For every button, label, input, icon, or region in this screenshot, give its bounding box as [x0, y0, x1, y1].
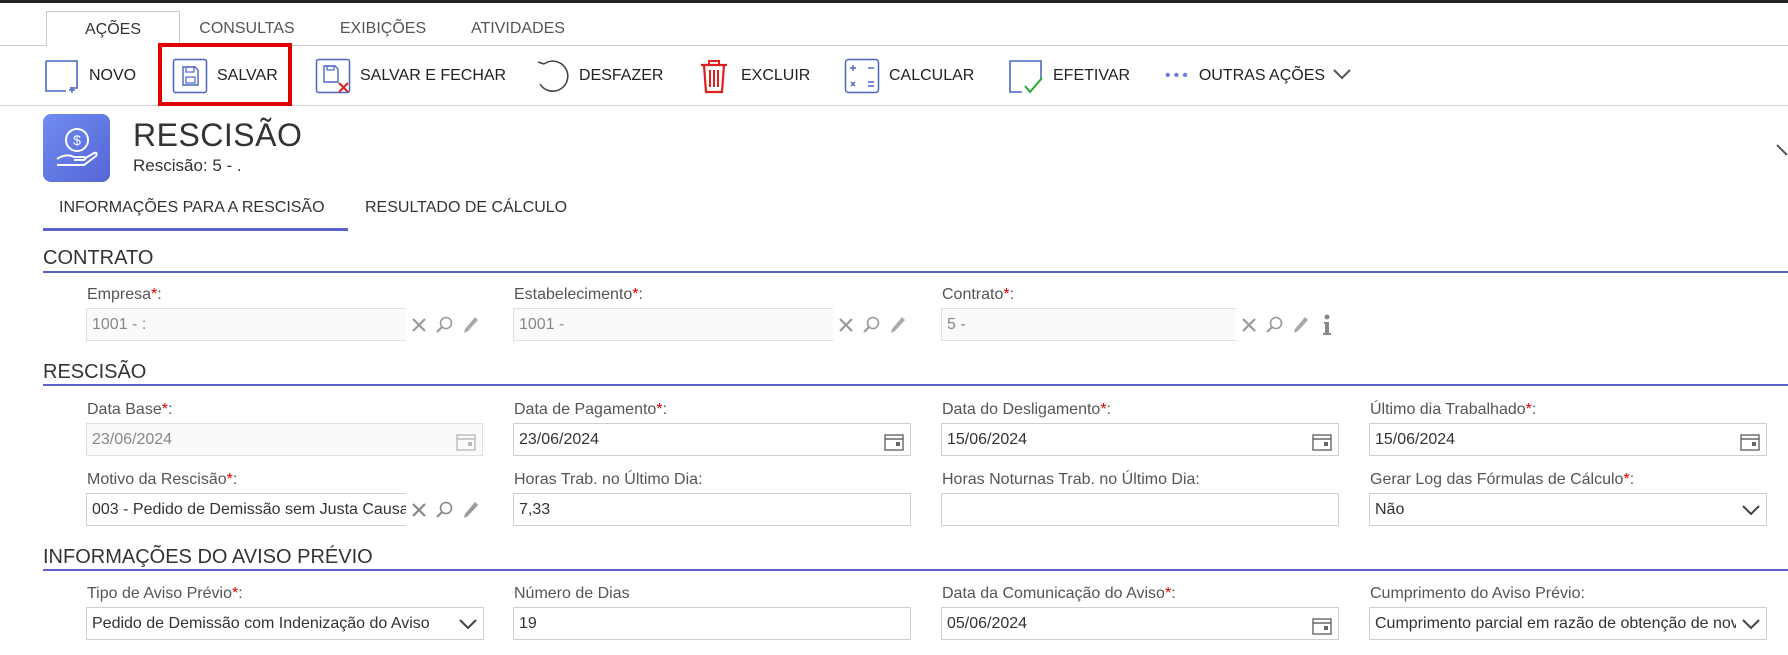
svg-text:$: $ — [73, 132, 81, 148]
numero-dias-label: Número de Dias — [514, 585, 630, 602]
more-dots-icon: ••• — [1165, 67, 1191, 84]
data-pagamento-field[interactable]: 23/06/2024 — [513, 423, 911, 456]
novo-button[interactable]: NOVO — [43, 54, 136, 98]
edit-pencil-icon[interactable] — [1290, 314, 1312, 336]
search-icon[interactable] — [434, 499, 456, 521]
ultimo-dia-field[interactable]: 15/06/2024 — [1369, 423, 1767, 456]
calculator-icon — [843, 57, 881, 95]
section-title-contrato: CONTRATO — [43, 247, 154, 269]
search-icon[interactable] — [861, 314, 883, 336]
info-icon[interactable] — [1316, 314, 1338, 336]
data-desligamento-field[interactable]: 15/06/2024 — [941, 423, 1339, 456]
cumprimento-select[interactable]: Cumprimento parcial em razão de obtenção… — [1369, 607, 1767, 640]
tab-consultas[interactable]: CONSULTAS — [192, 11, 302, 47]
tipo-aviso-select[interactable]: Pedido de Demissão com Indenização do Av… — [86, 607, 484, 640]
data-base-field[interactable]: 23/06/2024 — [86, 423, 483, 456]
horas-noturnas-field[interactable] — [941, 493, 1339, 526]
search-icon[interactable] — [434, 314, 456, 336]
clear-icon[interactable] — [1238, 314, 1260, 336]
estabelecimento-label: Estabelecimento*: — [514, 286, 643, 303]
section-divider — [43, 569, 1788, 571]
excluir-label: EXCLUIR — [741, 67, 811, 84]
horas-trab-label: Horas Trab. no Último Dia: — [514, 471, 703, 488]
contrato-field[interactable]: 5 - — [941, 308, 1236, 341]
cumprimento-label: Cumprimento do Aviso Prévio: — [1370, 585, 1585, 602]
ribbon-tabs: AÇÕES CONSULTAS EXIBIÇÕES ATIVIDADES — [0, 3, 1788, 47]
edit-pencil-icon[interactable] — [460, 499, 482, 521]
salvar-fechar-label: SALVAR E FECHAR — [360, 67, 507, 84]
tab-atividades[interactable]: ATIVIDADES — [462, 11, 574, 47]
data-comunicacao-label: Data da Comunicação do Aviso*: — [942, 585, 1176, 602]
search-icon[interactable] — [1264, 314, 1286, 336]
empresa-field[interactable]: 1001 - : — [86, 308, 406, 341]
chevron-down-icon — [1333, 67, 1351, 85]
edit-pencil-icon[interactable] — [460, 314, 482, 336]
outras-acoes-button[interactable]: ••• OUTRAS AÇÕES — [1165, 54, 1351, 98]
calendar-icon[interactable] — [1312, 431, 1332, 451]
data-base-label: Data Base*: — [87, 401, 173, 418]
save-close-icon — [314, 57, 352, 95]
trash-icon — [695, 57, 733, 95]
calendar-icon[interactable] — [1740, 431, 1760, 451]
data-comunicacao-field[interactable]: 05/06/2024 — [941, 607, 1339, 640]
calcular-button[interactable]: CALCULAR — [843, 54, 974, 98]
clear-icon[interactable] — [835, 314, 857, 336]
tab-exibicoes[interactable]: EXIBIÇÕES — [333, 11, 433, 47]
excluir-button[interactable]: EXCLUIR — [695, 54, 810, 98]
section-title-rescisao: RESCISÃO — [43, 361, 147, 383]
outras-acoes-label: OUTRAS AÇÕES — [1198, 67, 1326, 84]
money-hand-icon: $ — [43, 114, 110, 182]
motivo-actions — [408, 493, 482, 526]
undo-icon — [533, 57, 571, 95]
data-pagamento-label: Data de Pagamento*: — [514, 401, 668, 418]
chevron-down-icon[interactable] — [453, 608, 483, 639]
horas-noturnas-label: Horas Noturnas Trab. no Último Dia: — [942, 471, 1200, 488]
clear-icon[interactable] — [408, 314, 430, 336]
estabelecimento-field[interactable]: 1001 - — [513, 308, 833, 341]
motivo-field[interactable]: 003 - Pedido de Demissão sem Justa Causa — [86, 493, 406, 526]
contrato-actions — [1238, 308, 1338, 341]
calendar-icon[interactable] — [884, 431, 904, 451]
tab-informacoes-rescisao[interactable]: INFORMAÇÕES PARA A RESCISÃO — [43, 199, 348, 231]
gerar-log-select[interactable]: Não — [1369, 493, 1767, 526]
numero-dias-field[interactable]: 19 — [513, 607, 911, 640]
new-document-icon — [43, 57, 81, 95]
gerar-log-label: Gerar Log das Fórmulas de Cálculo*: — [1370, 471, 1635, 488]
page-title: RESCISÃO — [133, 117, 303, 153]
check-document-icon — [1007, 57, 1045, 95]
calendar-icon[interactable] — [1312, 615, 1332, 635]
empresa-actions — [408, 308, 482, 341]
horas-trab-field[interactable]: 7,33 — [513, 493, 911, 526]
calcular-label: CALCULAR — [889, 67, 975, 84]
chevron-down-icon[interactable] — [1736, 494, 1766, 525]
empresa-label: Empresa*: — [87, 286, 162, 303]
tab-acoes[interactable]: AÇÕES — [46, 11, 180, 47]
page-subtitle: Rescisão: 5 - . — [133, 156, 242, 175]
chevron-down-icon[interactable] — [1736, 608, 1766, 639]
tab-resultado-calculo[interactable]: RESULTADO DE CÁLCULO — [365, 199, 567, 231]
section-divider — [43, 384, 1788, 386]
contrato-label: Contrato*: — [942, 286, 1015, 303]
collapse-chevron-icon[interactable] — [1776, 144, 1788, 171]
section-title-aviso-previo: INFORMAÇÕES DO AVISO PRÉVIO — [43, 546, 373, 568]
desfazer-label: DESFAZER — [579, 67, 664, 84]
desfazer-button[interactable]: DESFAZER — [533, 54, 663, 98]
section-divider — [43, 271, 1788, 273]
ultimo-dia-label: Último dia Trabalhado*: — [1370, 401, 1537, 418]
clear-icon[interactable] — [408, 499, 430, 521]
salvar-highlight-box — [158, 43, 292, 106]
estabelecimento-actions — [835, 308, 909, 341]
novo-label: NOVO — [89, 67, 137, 84]
motivo-label: Motivo da Rescisão*: — [87, 471, 238, 488]
efetivar-label: EFETIVAR — [1053, 67, 1131, 84]
salvar-fechar-button[interactable]: SALVAR E FECHAR — [314, 54, 506, 98]
data-desligamento-label: Data do Desligamento*: — [942, 401, 1111, 418]
tipo-aviso-label: Tipo de Aviso Prévio*: — [87, 585, 243, 602]
calendar-icon[interactable] — [456, 431, 476, 451]
edit-pencil-icon[interactable] — [887, 314, 909, 336]
efetivar-button[interactable]: EFETIVAR — [1007, 54, 1130, 98]
